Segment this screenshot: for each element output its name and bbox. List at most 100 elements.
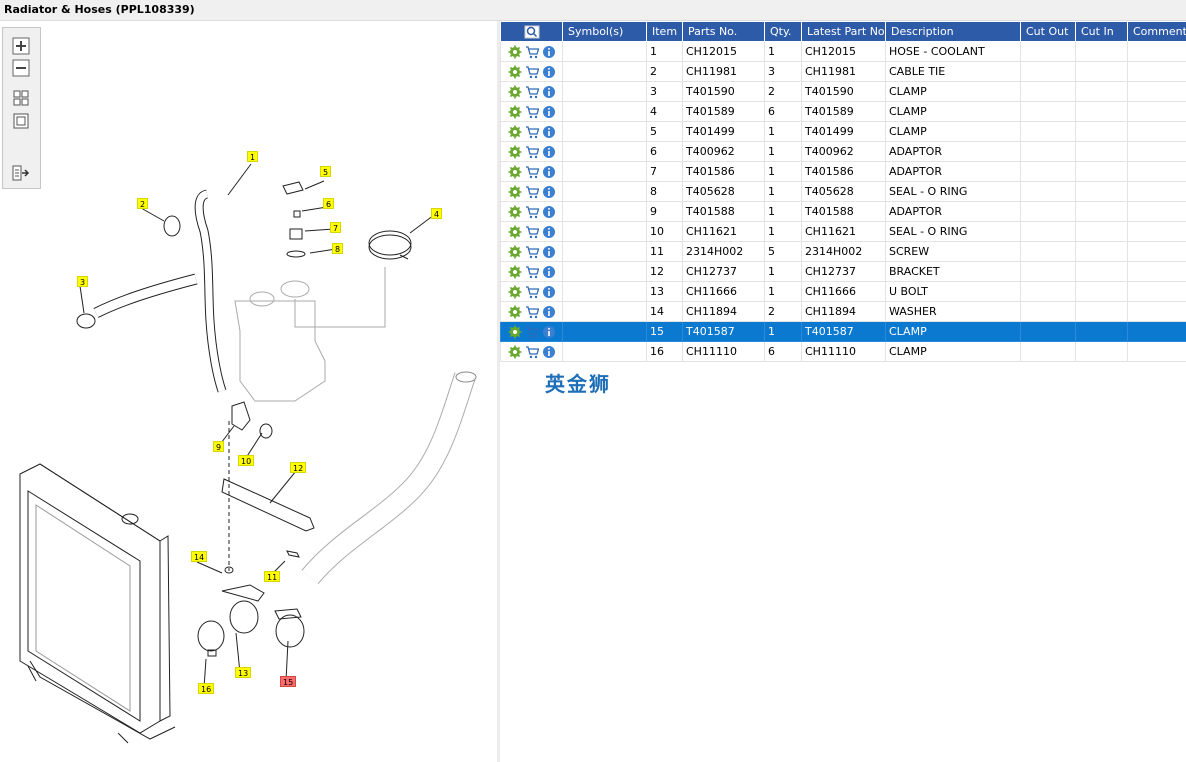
callout-16[interactable]: 16 [198, 683, 215, 694]
table-row[interactable]: 5 T401499 1 T401499 CLAMP [500, 121, 1186, 142]
callout-15[interactable]: 15 [280, 676, 297, 687]
table-row[interactable]: 8 T405628 1 T405628 SEAL - O RING [500, 181, 1186, 202]
table-row[interactable]: 2 CH11981 3 CH11981 CABLE TIE [500, 61, 1186, 82]
gear-icon[interactable] [508, 265, 522, 279]
column-cut-in[interactable]: Cut In [1075, 21, 1128, 42]
callout-14[interactable]: 14 [191, 551, 208, 562]
gear-icon[interactable] [508, 45, 522, 59]
gear-icon[interactable] [508, 105, 522, 119]
callout-11[interactable]: 11 [264, 571, 281, 582]
column-qty[interactable]: Qty. [764, 21, 802, 42]
gear-icon[interactable] [508, 285, 522, 299]
cart-icon[interactable] [525, 125, 539, 139]
gear-icon[interactable] [508, 325, 522, 339]
callout-8[interactable]: 8 [332, 243, 344, 254]
gear-icon[interactable] [508, 85, 522, 99]
gear-icon[interactable] [508, 65, 522, 79]
actual-size-icon[interactable] [12, 112, 30, 130]
info-icon[interactable] [542, 205, 556, 219]
info-icon[interactable] [542, 305, 556, 319]
callout-1[interactable]: 1 [247, 151, 259, 162]
cart-icon[interactable] [525, 145, 539, 159]
cart-icon[interactable] [525, 65, 539, 79]
info-icon[interactable] [542, 105, 556, 119]
cart-icon[interactable] [525, 185, 539, 199]
info-icon[interactable] [542, 285, 556, 299]
zoom-in-icon[interactable] [12, 37, 30, 55]
callout-6[interactable]: 6 [323, 198, 335, 209]
cart-icon[interactable] [525, 45, 539, 59]
table-row[interactable]: 16 CH11110 6 CH11110 CLAMP [500, 341, 1186, 362]
cart-icon[interactable] [525, 165, 539, 179]
cart-icon[interactable] [525, 325, 539, 339]
gear-icon[interactable] [508, 185, 522, 199]
column-cut-out[interactable]: Cut Out [1020, 21, 1076, 42]
table-row[interactable]: 4 T401589 6 T401589 CLAMP [500, 101, 1186, 122]
table-row[interactable]: 13 CH11666 1 CH11666 U BOLT [500, 281, 1186, 302]
cart-icon[interactable] [525, 305, 539, 319]
table-row[interactable]: 3 T401590 2 T401590 CLAMP [500, 81, 1186, 102]
table-row[interactable]: 10 CH11621 1 CH11621 SEAL - O RING [500, 221, 1186, 242]
column-description[interactable]: Description [885, 21, 1021, 42]
cart-icon[interactable] [525, 85, 539, 99]
table-row[interactable]: 6 T400962 1 T400962 ADAPTOR [500, 141, 1186, 162]
callout-2[interactable]: 2 [137, 198, 149, 209]
table-row[interactable]: 15 T401587 1 T401587 CLAMP [500, 321, 1186, 342]
cart-icon[interactable] [525, 265, 539, 279]
parts-diagram[interactable]: 1 2 3 4 5 6 7 8 9 10 11 12 13 14 15 16 [0, 21, 497, 762]
callout-3[interactable]: 3 [77, 276, 89, 287]
table-row[interactable]: 7 T401586 1 T401586 ADAPTOR [500, 161, 1186, 182]
search-icon[interactable] [524, 25, 540, 39]
cell-cut-out [1020, 341, 1076, 362]
table-row[interactable]: 9 T401588 1 T401588 ADAPTOR [500, 201, 1186, 222]
cart-icon[interactable] [525, 285, 539, 299]
info-icon[interactable] [542, 345, 556, 359]
gear-icon[interactable] [508, 165, 522, 179]
column-comment[interactable]: Comment [1127, 21, 1186, 42]
column-actions[interactable] [500, 21, 563, 42]
info-icon[interactable] [542, 45, 556, 59]
info-icon[interactable] [542, 325, 556, 339]
column-latest-part-no[interactable]: Latest Part No. [801, 21, 886, 42]
gear-icon[interactable] [508, 305, 522, 319]
cell-symbol [562, 301, 647, 322]
cart-icon[interactable] [525, 225, 539, 239]
column-item[interactable]: Item [646, 21, 683, 42]
column-symbol[interactable]: Symbol(s) [562, 21, 647, 42]
callout-10[interactable]: 10 [238, 455, 255, 466]
info-icon[interactable] [542, 85, 556, 99]
gear-icon[interactable] [508, 225, 522, 239]
callout-4[interactable]: 4 [431, 208, 443, 219]
callout-7[interactable]: 7 [330, 222, 342, 233]
info-icon[interactable] [542, 185, 556, 199]
gear-icon[interactable] [508, 205, 522, 219]
fit-all-icon[interactable] [12, 89, 30, 107]
gear-icon[interactable] [508, 125, 522, 139]
callout-9[interactable]: 9 [213, 441, 225, 452]
gear-icon[interactable] [508, 245, 522, 259]
cart-icon[interactable] [525, 245, 539, 259]
info-icon[interactable] [542, 225, 556, 239]
export-icon[interactable] [12, 164, 30, 182]
zoom-out-icon[interactable] [12, 59, 30, 77]
cart-icon[interactable] [525, 205, 539, 219]
info-icon[interactable] [542, 265, 556, 279]
info-icon[interactable] [542, 165, 556, 179]
gear-icon[interactable] [508, 345, 522, 359]
callout-12[interactable]: 12 [290, 462, 307, 473]
info-icon[interactable] [542, 125, 556, 139]
info-icon[interactable] [542, 145, 556, 159]
callout-5[interactable]: 5 [320, 166, 332, 177]
info-icon[interactable] [542, 245, 556, 259]
gear-icon[interactable] [508, 145, 522, 159]
column-parts-no[interactable]: Parts No. [682, 21, 765, 42]
cart-icon[interactable] [525, 345, 539, 359]
table-row[interactable]: 14 CH11894 2 CH11894 WASHER [500, 301, 1186, 322]
table-row[interactable]: 11 2314H002 5 2314H002 SCREW [500, 241, 1186, 262]
info-icon[interactable] [542, 65, 556, 79]
cell-comment [1127, 261, 1186, 282]
table-row[interactable]: 12 CH12737 1 CH12737 BRACKET [500, 261, 1186, 282]
table-row[interactable]: 1 CH12015 1 CH12015 HOSE - COOLANT [500, 41, 1186, 62]
callout-13[interactable]: 13 [235, 667, 252, 678]
cart-icon[interactable] [525, 105, 539, 119]
